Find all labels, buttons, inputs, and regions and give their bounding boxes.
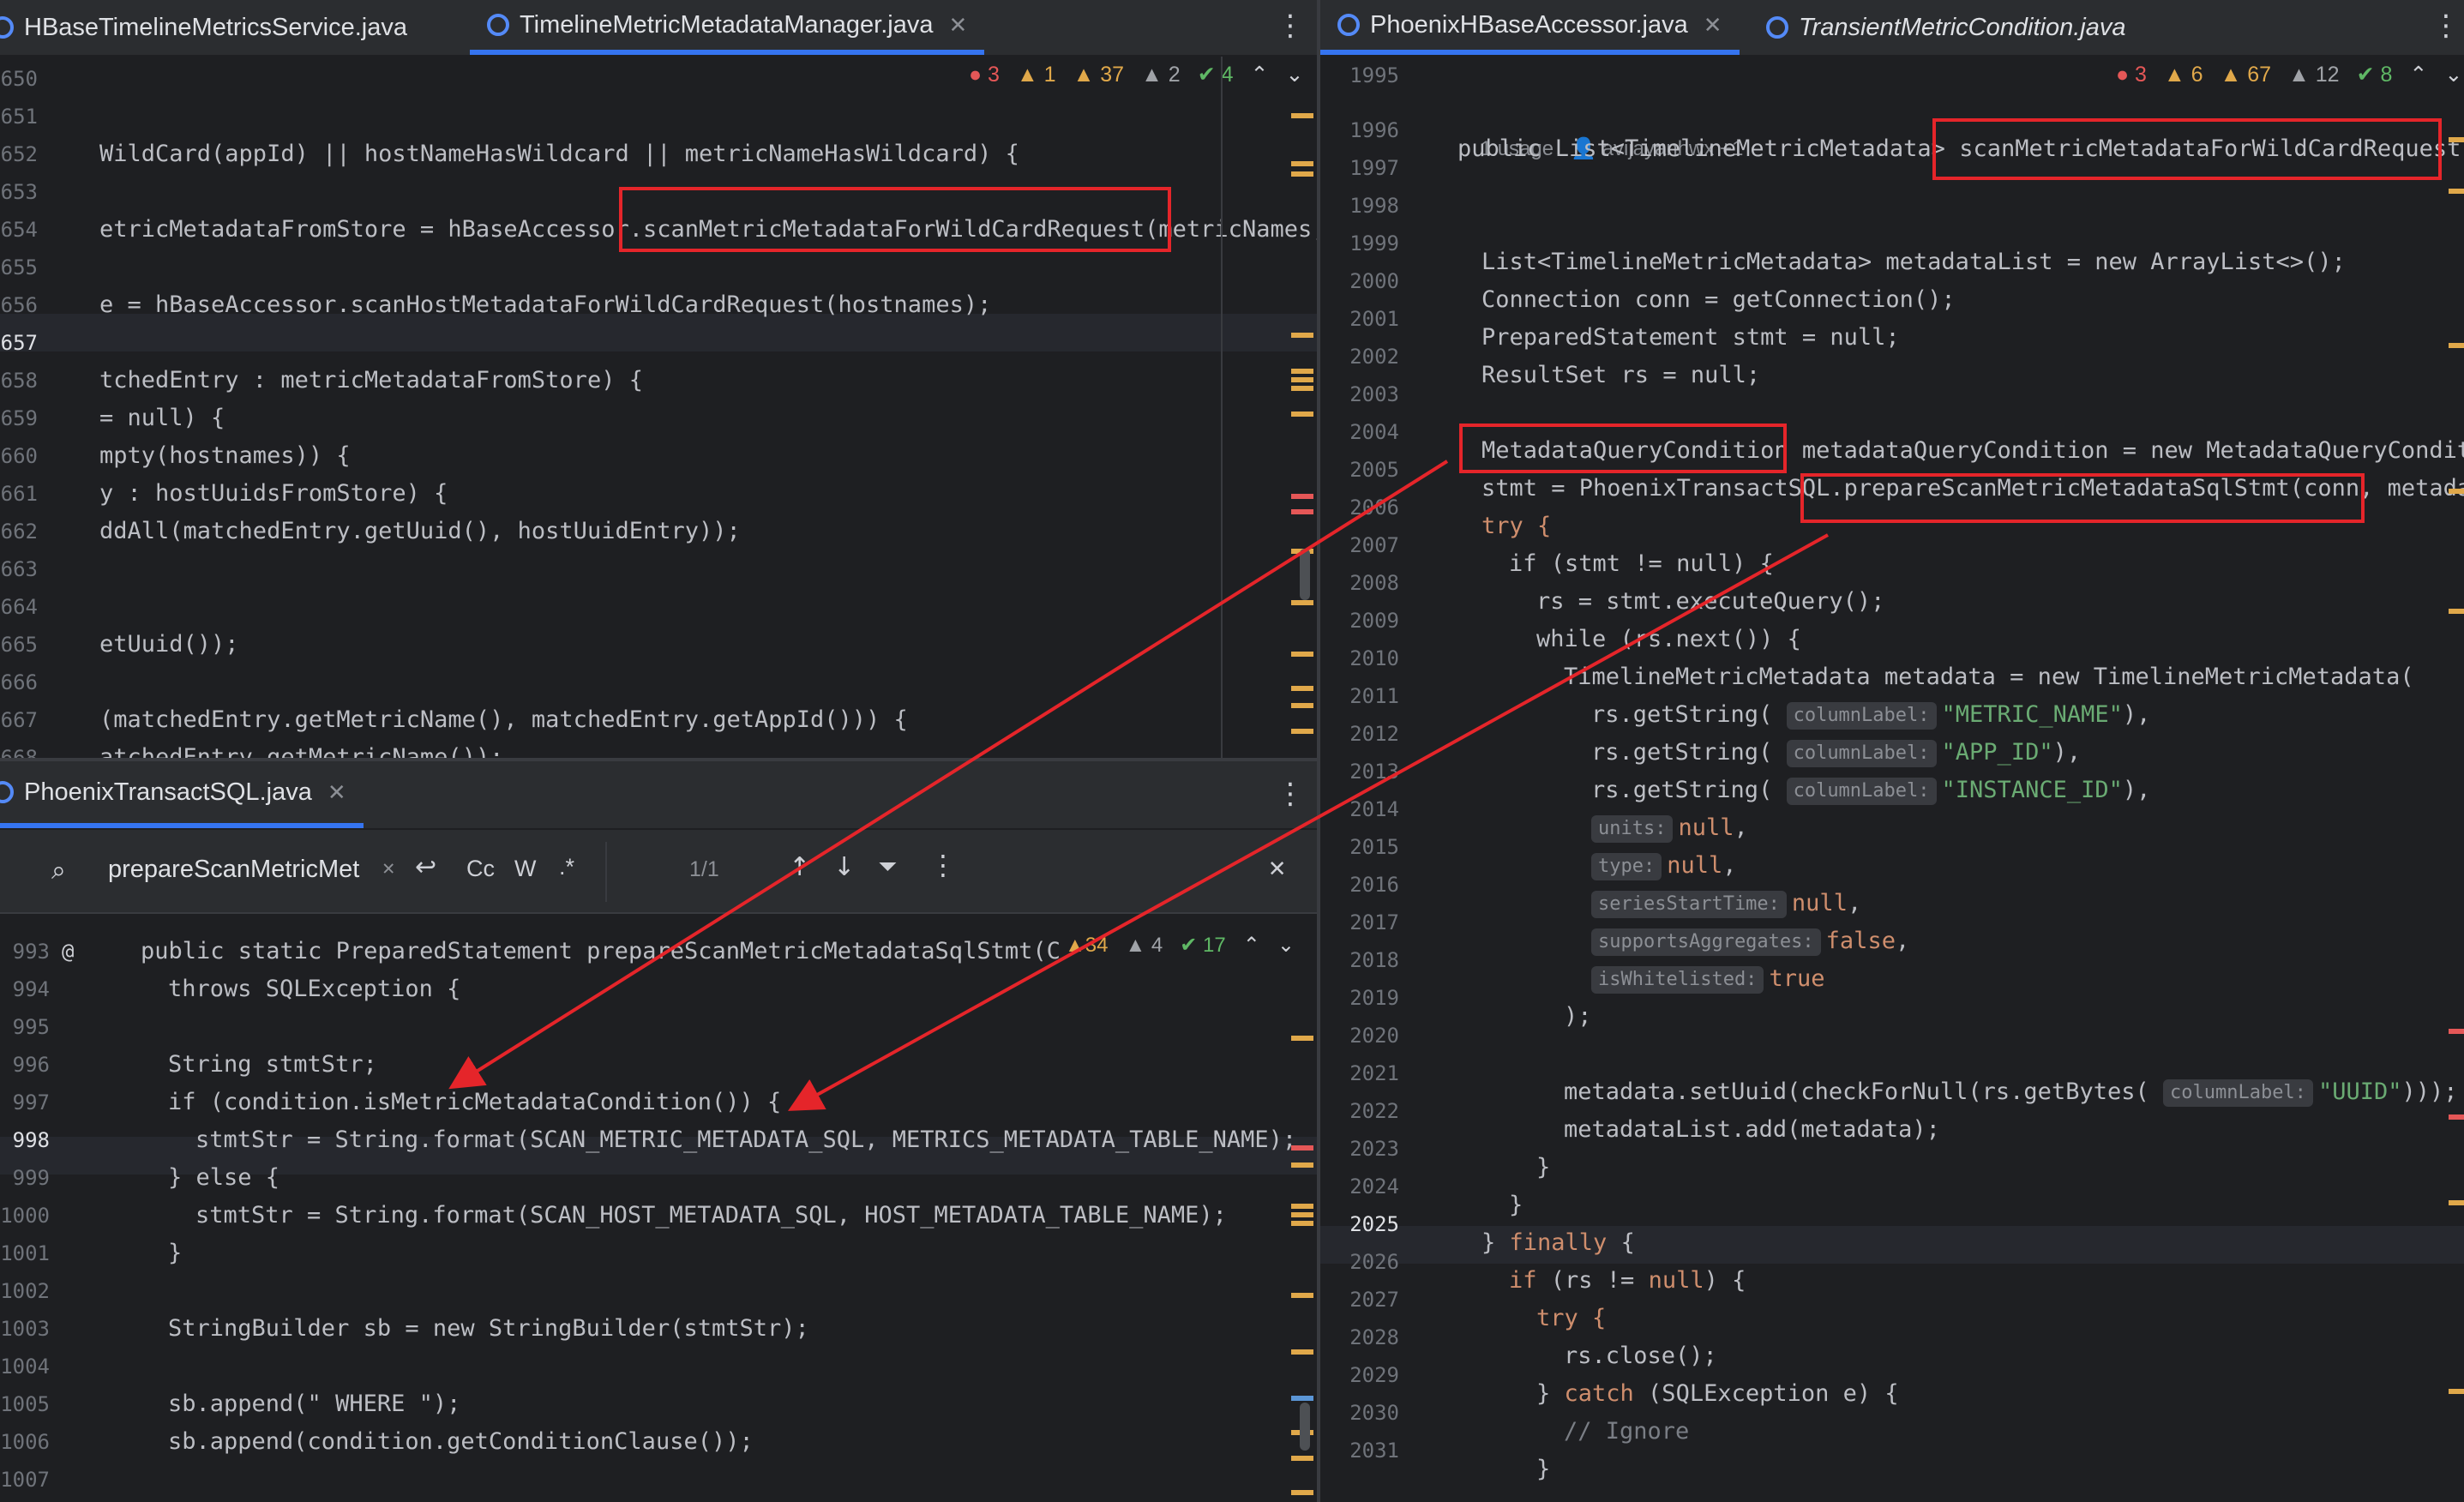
- annotation-arrow: [448, 460, 1449, 1090]
- annotation-arrows: [448, 460, 1829, 1111]
- annotation-arrow: [788, 533, 1829, 1111]
